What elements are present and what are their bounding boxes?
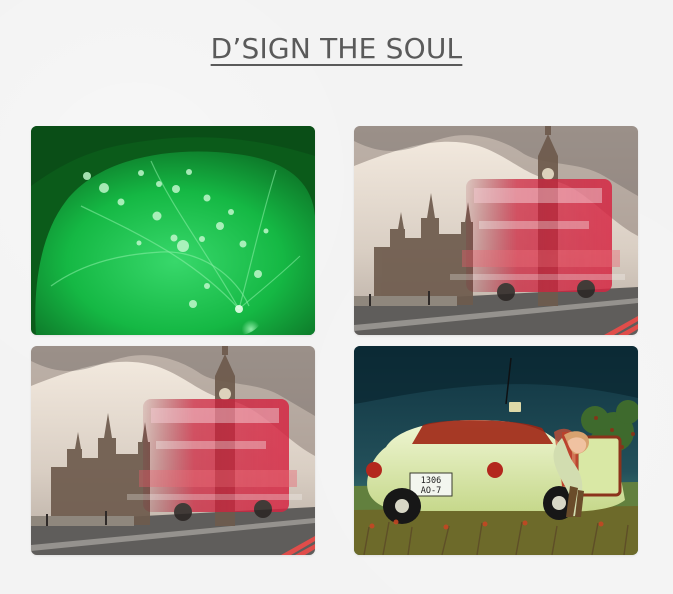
gallery-item-leaf[interactable] — [31, 126, 315, 335]
page: D’SIGN THE SOUL 1306 AO-7 — [0, 0, 673, 594]
image-gallery: 1306 AO-7 — [31, 126, 638, 556]
vintage-car-image: 1306 AO-7 — [354, 346, 638, 555]
page-title[interactable]: D’SIGN THE SOUL — [0, 31, 673, 67]
gallery-item-big-ben-2[interactable] — [31, 346, 315, 555]
gallery-item-big-ben-1[interactable] — [354, 126, 638, 335]
big-ben-bus-image-1 — [354, 126, 638, 335]
leaf-image — [31, 126, 315, 335]
gallery-item-vintage-car[interactable]: 1306 AO-7 — [354, 346, 638, 555]
license-plate-line-1: 1306 — [421, 476, 441, 486]
big-ben-bus-image-2 — [31, 346, 315, 555]
license-plate-line-2: AO-7 — [421, 486, 441, 496]
